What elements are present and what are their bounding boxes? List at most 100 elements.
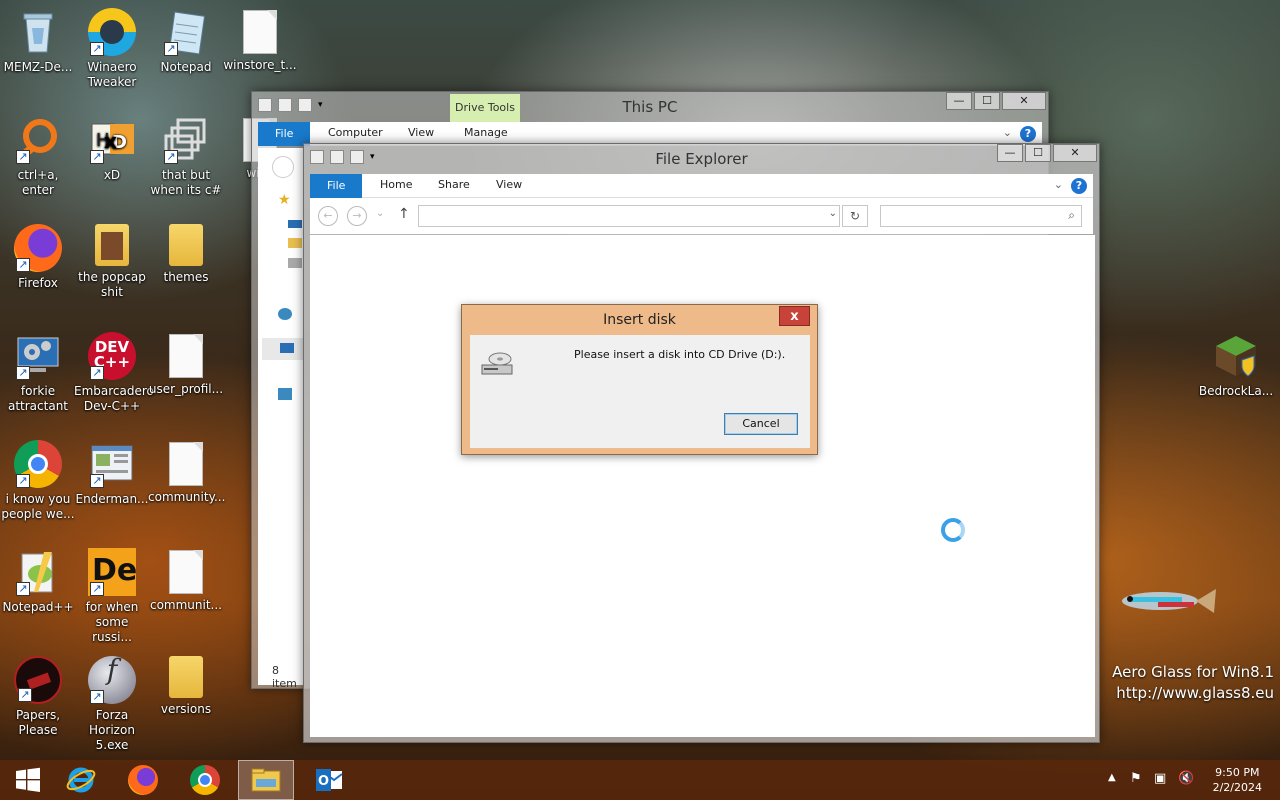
desktop-icon-label: communit... [149,598,222,612]
taskbar-chrome[interactable] [177,760,233,800]
desktop-icon-label: MEMZ-De... [3,60,73,74]
internet-explorer-icon [66,767,96,793]
desktop-icon-winstore[interactable]: winstore_t... [222,8,298,73]
clock[interactable]: 9:50 PM 2/2/2024 [1213,765,1262,795]
dialog-close-button[interactable]: x [779,306,810,326]
tab-share[interactable]: Share [438,178,470,191]
address-bar[interactable]: ⌄ [418,205,840,227]
desktop-icon-enderman[interactable]: ↗ Enderman... [74,440,150,507]
search-input[interactable]: ⌕ [880,205,1082,227]
start-button[interactable] [0,760,56,800]
desktop-icon-papers-please[interactable]: ↗ Papers, Please [0,656,76,738]
help-icon[interactable]: ? [1020,126,1036,142]
ribbon-expand-icon[interactable]: ⌄ [1054,178,1063,191]
watermark-line-2: http://www.glass8.eu [1116,684,1274,702]
tab-computer[interactable]: Computer [328,126,383,139]
desktop-icon-label: xD [103,168,121,182]
taskbar-file-explorer[interactable] [238,760,294,800]
address-row: ← → ⌄ ↑ ⌄ ↻ ⌕ [310,198,1093,234]
address-dropdown-icon[interactable]: ⌄ [829,208,837,219]
recycle-bin-icon [14,8,62,56]
tab-view[interactable]: View [496,178,522,191]
taskbar-outlook[interactable]: O [301,760,357,800]
desktop-icon-communit[interactable]: communit... [148,548,224,613]
desktop-icon-user-profile[interactable]: user_profil... [148,332,224,397]
desktop-icon-ctrl-a[interactable]: ↗ ctrl+a, enter [0,116,76,198]
desktop-icon-label: that but when its c# [150,168,222,197]
close-button[interactable]: ✕ [1053,144,1097,162]
desktop-icon-label: user_profil... [148,382,224,396]
tab-view[interactable]: View [408,126,434,139]
download-icon [288,258,302,268]
back-icon[interactable] [272,156,294,178]
taskbar-internet-explorer[interactable] [53,760,109,800]
close-button[interactable]: ✕ [1002,92,1046,110]
document-icon [169,550,203,594]
dialog-title: Insert disk [603,312,676,328]
volume-muted-icon[interactable]: 🔇 [1178,771,1194,786]
desktop-icon-themes[interactable]: themes [148,224,224,285]
computer-icon [280,343,294,353]
desktop-icon-winaero[interactable]: ↗ Winaero Tweaker [74,8,150,90]
desktop-icon-label: Notepad++ [2,600,74,614]
status-item-count: 8 item [272,664,297,690]
tab-home[interactable]: Home [380,178,412,191]
desktop-icon-label: Forza Horizon 5.exe [89,708,135,752]
desktop-icon-label: forkie attractant [7,384,69,413]
document-icon [169,442,203,486]
desktop-icon-popcap[interactable]: the popcap shit [74,224,150,300]
fish-icon [1122,589,1216,613]
recent-locations-icon[interactable]: ⌄ [376,208,384,219]
desktop-icon-that-but[interactable]: ↗ that but when its c# [148,116,224,198]
desktop-icon-notepad[interactable]: ↗ Notepad [148,8,224,75]
minimize-button[interactable]: — [997,144,1023,162]
maximize-button[interactable]: ☐ [1025,144,1051,162]
search-icon: ⌕ [1068,208,1075,222]
document-icon [169,334,203,378]
action-center-flag-icon[interactable]: ⚑ [1130,771,1142,786]
minimize-button[interactable]: — [946,92,972,110]
network-globe-icon [278,308,292,320]
desktop-icon-firefox[interactable]: ↗ Firefox [0,224,76,291]
minecraft-icon [1212,332,1260,380]
title-bar[interactable]: ▾ File Explorer — ☐ ✕ [304,144,1099,174]
desktop-icon-forkie[interactable]: ↗ forkie attractant [0,332,76,414]
windows-logo-icon [16,767,40,792]
loading-spinner-icon [941,518,965,542]
show-hidden-icons-icon[interactable]: ▲ [1108,772,1116,783]
taskbar-firefox[interactable] [115,760,171,800]
ribbon-expand-icon[interactable]: ⌄ [1003,126,1012,139]
desktop-icon-xd[interactable]: HDx ↗ xD [74,116,150,183]
desktop-icon-notepadpp[interactable]: ↗ Notepad++ [0,548,76,615]
desktop-icon-memz[interactable]: MEMZ-De... [0,8,76,75]
desktop-icon-devcpp[interactable]: DEV C++ ↗ Embarcadero Dev-C++ [74,332,154,414]
cancel-button[interactable]: Cancel [724,413,798,435]
desktop-icon-label: winstore_t... [223,58,297,72]
up-arrow-icon[interactable]: ↑ [398,206,410,222]
tab-file[interactable]: File [310,174,363,198]
desktop-icon-label: Notepad [160,60,212,74]
back-button[interactable]: ← [318,206,338,226]
desktop-icon-label: versions [160,702,212,716]
clock-time: 9:50 PM [1215,766,1260,779]
desktop-icon-label: BedrockLa... [1198,384,1274,398]
maximize-button[interactable]: ☐ [974,92,1000,110]
desktop-icon-chrome[interactable]: ↗ i know you people we... [0,440,76,522]
desktop-icon-label: ctrl+a, enter [17,168,59,197]
dialog-body: Please insert a disk into CD Drive (D:).… [470,335,810,448]
title-bar[interactable]: ▾ Drive Tools This PC — ☐ ✕ [252,92,1048,122]
desktop-icon-community[interactable]: community... [148,440,225,505]
network-icon[interactable]: ▣ [1154,771,1166,786]
desktop-icon-versions[interactable]: versions [148,656,224,717]
forward-button[interactable]: → [347,206,367,226]
desktop-icon-forza[interactable]: f ↗ Forza Horizon 5.exe [74,656,150,753]
folder-icon [288,238,302,248]
desktop-icon-de[interactable]: De ↗ for when some russi... [74,548,150,645]
dialog-message: Please insert a disk into CD Drive (D:). [574,348,786,361]
refresh-button[interactable]: ↻ [842,205,868,227]
tab-manage[interactable]: Manage [464,126,508,139]
desktop-icon-bedrock[interactable]: BedrockLa... [1198,332,1274,399]
insert-disk-dialog[interactable]: Insert disk x Please insert a disk into … [461,304,818,455]
help-icon[interactable]: ? [1071,178,1087,194]
de-icon: De ↗ [88,548,137,596]
